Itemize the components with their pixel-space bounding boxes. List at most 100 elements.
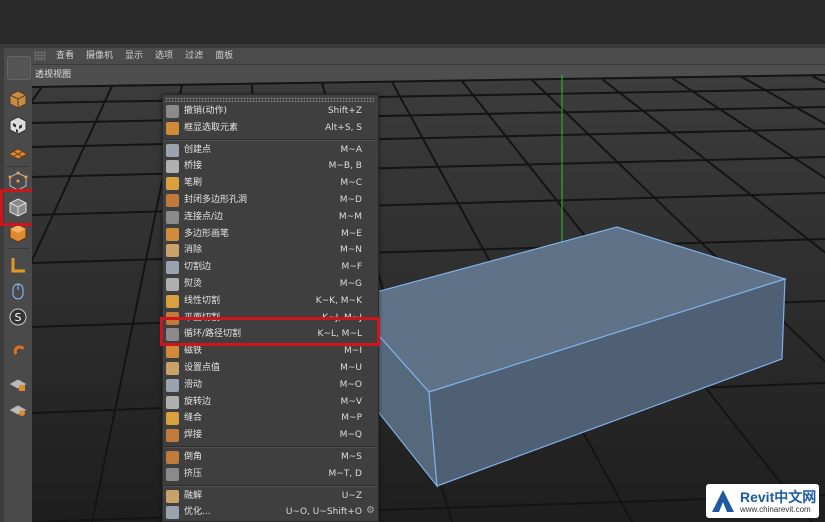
optimize-icon [166,506,179,520]
menu-item-create-point[interactable]: 创建点 M~A [163,142,378,159]
menu-view[interactable]: 查看 [50,48,80,64]
menu-item-brush[interactable]: 笔刷 M~C [163,175,378,192]
menu-item-label: 平面切割 [184,312,221,323]
close-hole-icon [166,194,179,207]
menu-item-edge-cut[interactable]: 切割边 M~F [163,259,378,276]
menu-item-optimize[interactable]: 优化... U~O, U~Shift+O [163,504,378,521]
workplane-mode-button[interactable] [7,140,29,162]
menu-divider [165,138,376,141]
grip-handle-icon[interactable] [34,51,46,61]
menu-item-stitch[interactable]: 缝合 M~P [163,410,378,427]
menu-display[interactable]: 显示 [119,48,149,64]
menu-item-label: 切割边 [184,262,212,273]
menu-item-loop-cut[interactable]: 循环/路径切割 K~L, M~L [163,326,378,343]
menu-item-shortcut: Shift+Z [327,106,362,116]
menu-filter[interactable]: 过滤 [179,48,209,64]
magnet-tool-icon [13,345,25,355]
menu-item-shortcut: M~O [339,379,362,390]
menu-item-label: 循环/路径切割 [184,329,242,340]
revit-logo-icon [712,490,734,512]
cube-icon [9,90,27,109]
edges-cube-icon [9,198,27,217]
magnet-icon [166,345,179,359]
viewport-canvas [32,65,825,522]
points-mode-button[interactable] [7,170,29,192]
bridge-icon [166,160,179,174]
menu-tearoff-grip[interactable] [165,97,374,102]
menu-item-bridge[interactable]: 桥接 M~B, B [163,158,378,175]
menu-item-iron[interactable]: 熨烫 M~G [163,276,378,293]
connect-icon [166,210,179,224]
menu-item-set-point-value[interactable]: 设置点值 M~U [163,360,378,377]
edges-mode-button[interactable] [7,196,29,218]
menu-item-label: 优化... [184,507,211,518]
grid-plane-alt-icon [7,404,29,416]
menu-item-label: 连接点/边 [184,211,224,222]
edge-cut-icon [166,261,179,275]
grid-plane-icon [7,148,29,160]
menu-item-shortcut: U~Z [341,490,362,501]
points-cube-icon [8,171,28,191]
context-menu: 撤销(动作) Shift+Z 框显选取元素 Alt+S, S 创建点 M~A 桥接 M~B, … [162,94,379,522]
watermark-url: www.chinarevit.com [740,505,811,514]
brush-icon [166,177,179,191]
menu-item-slide[interactable]: 滑动 M~O [163,377,378,394]
menu-item-magnet[interactable]: 磁铁 M~I [163,343,378,360]
menu-item-plane-cut[interactable]: 平面切割 K~J, M~J [163,310,378,327]
menu-item-shortcut: U~O, U~Shift+O [285,507,362,518]
axis-button[interactable] [7,254,29,276]
menu-item-line-cut[interactable]: 线性切割 K~K, M~K [163,293,378,310]
perspective-viewport[interactable]: 透视视图 [32,65,825,522]
menu-item-label: 挤压 [184,468,203,479]
menu-item-extrude[interactable]: 挤压 M~T, D [163,466,378,483]
menu-panel[interactable]: 面板 [209,48,239,64]
loop-cut-icon [166,328,179,342]
texture-mode-button[interactable] [7,114,29,136]
menu-item-label: 缝合 [184,413,203,424]
viewport-menubar: 查看 摄像机 显示 选项 过滤 面板 [32,48,825,65]
menu-item-undo[interactable]: 撤销(动作) Shift+Z [163,103,378,120]
menu-options[interactable]: 选项 [149,48,179,64]
menu-item-label: 磁铁 [184,346,203,357]
magnet-tool-button[interactable] [7,338,29,360]
menu-item-shortcut: K~J, M~J [322,312,362,323]
menu-item-label: 旋转边 [184,396,212,407]
spin-edge-icon [166,395,179,409]
melt-icon [166,489,179,503]
menu-item-shortcut: Alt+S, S [325,122,362,133]
menu-item-melt[interactable]: 融解 U~Z [163,488,378,505]
menu-item-shortcut: M~I [344,346,362,357]
menu-item-connect[interactable]: 连接点/边 M~M [163,209,378,226]
options-gear-icon[interactable]: ⚙ [366,505,375,516]
menu-item-label: 倒角 [184,452,203,462]
menu-camera[interactable]: 摄像机 [80,48,119,64]
planar-workplane-button[interactable] [7,398,29,420]
menu-item-label: 滑动 [184,379,203,390]
lock-workplane-button[interactable] [7,372,29,394]
menu-item-label: 消除 [184,245,203,256]
grid-lock-icon [7,378,29,391]
menu-item-label: 封闭多边形孔洞 [184,195,248,205]
menu-item-frame-selection[interactable]: 框显选取元素 Alt+S, S [163,120,378,137]
menu-item-bevel[interactable]: 倒角 M~S [163,449,378,466]
menu-item-weld[interactable]: 焊接 M~Q [163,427,378,444]
polygons-cube-icon [9,224,27,243]
menu-divider [165,446,376,448]
tweak-button[interactable] [7,280,29,302]
menu-item-polygon-pen[interactable]: 多边形画笔 M~E [163,226,378,243]
menu-item-close-hole[interactable]: 封闭多边形孔洞 M~D [163,192,378,209]
polygons-mode-button[interactable] [7,222,29,244]
menu-item-dissolve[interactable]: 消除 M~N [163,242,378,259]
menu-item-shortcut: M~F [341,262,362,273]
menu-item-shortcut: M~V [340,396,362,407]
watermark-brand: Revit中文网 [740,489,817,505]
menu-item-spin-edge[interactable]: 旋转边 M~V [163,394,378,411]
watermark: Revit中文网 www.chinarevit.com [706,484,819,518]
menu-item-shortcut: M~G [339,279,362,289]
menu-item-shortcut: M~U [340,363,362,373]
menu-item-shortcut: M~S [340,452,362,462]
create-point-icon [166,143,179,157]
menu-item-label: 焊接 [184,430,203,441]
snap-button[interactable]: S [7,306,29,328]
model-mode-button[interactable] [7,88,29,110]
